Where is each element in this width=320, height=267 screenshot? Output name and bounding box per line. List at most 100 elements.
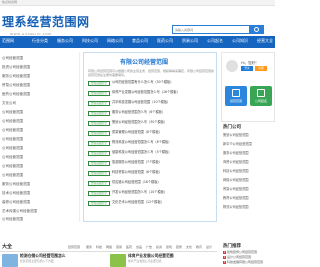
list-item[interactable]: 经营范围大全 科技贸易公司经营范围（6个模板） (88, 170, 216, 176)
tab[interactable]: 投资 (156, 245, 162, 250)
list-item[interactable]: 经营范围大全 文化艺术公司经营范围（12个模板） (88, 200, 216, 206)
sidebar-item[interactable]: 公司经营范围 (2, 155, 23, 159)
list-item-title[interactable]: 旅游服务公司经营范围（7个模板） (112, 160, 162, 165)
sidebar-item[interactable]: 服务公司经营范围 (2, 74, 30, 78)
nav-item[interactable]: 服务公司 (57, 38, 73, 44)
tab[interactable]: 贸易 (116, 245, 122, 250)
sidebar-item[interactable]: 投资公司经营范围 (2, 65, 30, 69)
list-item-title[interactable]: 科技贸易公司经营范围（6个模板） (112, 170, 162, 175)
hot-company-link[interactable]: 网络公司经营范围 (223, 178, 249, 183)
tab[interactable]: 文化 (186, 245, 192, 250)
list-item-title[interactable]: 共享科技发展公司经营范围（10个模板） (112, 100, 170, 105)
sidebar-item[interactable]: 贸易公司经营范围 (2, 83, 30, 87)
category-tag: 经营范围大全 (88, 201, 110, 206)
hot-company-link[interactable]: 新中介公司经营范围 (223, 142, 252, 147)
login-button[interactable]: 登录 (241, 66, 253, 71)
tab[interactable]: 医药 (126, 245, 132, 250)
sidebar-item[interactable]: 公司经营范围 (2, 173, 23, 177)
article-title[interactable]: 体育产业发展公司经营范围 (128, 253, 174, 259)
list-item[interactable]: 经营范围大全 共享科技发展公司经营范围（10个模板） (88, 100, 216, 106)
list-item-title[interactable]: 供应链公司经营范围（18个模板） (112, 180, 161, 185)
nav-item[interactable]: 网络公司 (107, 38, 123, 44)
tab[interactable]: 教育 (196, 245, 202, 250)
quick-link-scope[interactable]: 经营范围 (225, 86, 247, 106)
list-item-title[interactable]: 文化艺术公司经营范围（12个模板） (112, 200, 164, 205)
list-item-title[interactable]: 策划公司经营范围怎么写（30个模板） (112, 120, 167, 125)
sidebar-item[interactable]: 装修公司经营范围 (2, 200, 30, 204)
list-item-title[interactable]: 健康科技公司经营范围怎么写（5个模板） (112, 150, 171, 155)
user-greeting: Hi，您好！ (241, 61, 259, 65)
search-button[interactable] (250, 25, 264, 34)
sidebar-item[interactable]: 艺术传媒公司经营范围 (2, 209, 37, 213)
sidebar-item[interactable]: 公司经营范围 (2, 164, 23, 168)
nav-item[interactable]: 科技公司 (82, 38, 98, 44)
sidebar-item[interactable]: 医药公司经营范围 (2, 92, 30, 96)
recommend-link-text[interactable]: 科技发展有限公司经营范围 (227, 260, 263, 264)
list-item-title[interactable]: 公司的经营范围有什么怎么写（50个模板） (112, 80, 173, 85)
list-item[interactable]: 经营范围大全 质量管理公司经营范围（8个模板） (88, 130, 216, 136)
sidebar-item[interactable]: 公司经营范围 (2, 217, 23, 221)
list-item[interactable]: 经营范围大全 健康科技公司经营范围怎么写（5个模板） (88, 150, 216, 156)
list-item-title[interactable]: 体育产业发展公司经营范围怎么写（16个模板） (112, 90, 180, 95)
tab[interactable]: 服务 (86, 245, 92, 250)
hot-company-link[interactable]: 服务公司经营范围 (223, 151, 249, 156)
category-tag: 经营范围大全 (88, 91, 110, 96)
nav-item-home[interactable]: 范围网 (2, 38, 14, 44)
tab[interactable]: 经营范围 (68, 245, 80, 250)
sidebar-item[interactable]: 公司经营范围 (2, 56, 23, 60)
list-item[interactable]: 经营范围大全 物流科技公司经营范围怎么写（8个模板） (88, 140, 216, 146)
nav-item[interactable]: 公司知识 (232, 38, 248, 44)
list-item-title[interactable]: 服务公司经营范围怎么写（6个模板） (112, 110, 165, 115)
nav-item[interactable]: 贸易公司 (182, 38, 198, 44)
nav-item[interactable]: 医药公司 (157, 38, 173, 44)
tab[interactable]: 网络 (106, 245, 112, 250)
search-input[interactable] (175, 27, 245, 33)
recommend-link-text[interactable]: 设计公司经营范围 (227, 255, 251, 259)
list-item-title[interactable]: 质量管理公司经营范围（8个模板） (112, 130, 162, 135)
sidebar-item[interactable]: 公司经营范围 (2, 146, 23, 150)
nav-item[interactable]: 公司起名 (207, 38, 223, 44)
sidebar-item[interactable]: 公司经营范围 (2, 110, 23, 114)
sidebar-item[interactable]: 公司经营范围 (2, 137, 23, 141)
featured-article[interactable]: 检测仓储公司经营范围怎么 经营范围主要包括以下方面： (2, 253, 108, 267)
hot-company-link[interactable]: 科技公司经营范围 (223, 169, 249, 174)
list-item[interactable]: 经营范围大全 供应链公司经营范围（18个模板） (88, 180, 216, 186)
featured-article[interactable]: 体育产业发展公司经营范围 体育产业发展公司主要包括 (110, 253, 216, 267)
list-item[interactable]: 经营范围大全 体育产业发展公司经营范围怎么写（16个模板） (88, 90, 216, 96)
tab[interactable]: 食品 (136, 245, 142, 250)
tab[interactable]: 广告 (146, 245, 152, 250)
hot-company-link[interactable]: 贸易公司经营范围 (223, 187, 249, 192)
list-item[interactable]: 经营范围大全 开发公司经营范围怎么写（10个模板） (88, 190, 216, 196)
tab[interactable]: 设计 (206, 245, 212, 250)
sidebar-item[interactable]: 技术公司经营范围 (2, 191, 30, 195)
hot-company-link[interactable]: 教育公司经营范围 (223, 196, 249, 201)
hot-company-link[interactable]: 商贸公司经营范围 (223, 160, 249, 165)
list-item[interactable]: 经营范围大全 旅游服务公司经营范围（7个模板） (88, 160, 216, 166)
site-logo-title[interactable]: 理系经营范围网 (2, 15, 90, 29)
register-button[interactable]: 注册 (255, 66, 267, 71)
nav-item[interactable]: 食品公司 (132, 38, 148, 44)
sidebar-item[interactable]: 文化公司 (2, 101, 16, 105)
sidebar-item[interactable]: 公司经营范围 (2, 128, 23, 132)
hot-company-link[interactable]: 物流公司经营范围 (223, 205, 249, 210)
tab[interactable]: 科技 (96, 245, 102, 250)
recommend-link[interactable]: 3 科技发展有限公司经营范围 (223, 260, 263, 265)
quick-link-naming[interactable]: 公司起名 (250, 86, 272, 106)
list-item[interactable]: 经营范围大全 策划公司经营范围怎么写（30个模板） (88, 120, 216, 126)
sidebar-item[interactable]: 服务公司经营范围 (2, 182, 30, 186)
sidebar-item[interactable]: 公司经营范围 (2, 119, 23, 123)
list-item-title[interactable]: 开发公司经营范围怎么写（10个模板） (112, 190, 167, 195)
list-item-title[interactable]: 物流科技公司经营范围怎么写（8个模板） (112, 140, 171, 145)
nav-item[interactable]: 行业分类 (32, 38, 48, 44)
main-nav: 范围网 行业分类 服务公司 科技公司 网络公司 食品公司 医药公司 贸易公司 公… (0, 36, 275, 48)
tab[interactable]: 装修 (176, 245, 182, 250)
tab[interactable]: 建筑 (166, 245, 172, 250)
nav-item[interactable]: 经营大全 (257, 38, 273, 44)
rank-badge: 2 (223, 256, 226, 259)
recommend-link-text[interactable]: 建筑装饰公司经营范围 (227, 250, 257, 254)
hot-company-link[interactable]: 策划公司经营范围 (223, 133, 249, 138)
list-item[interactable]: 经营范围大全 服务公司经营范围怎么写（6个模板） (88, 110, 216, 116)
article-title[interactable]: 检测仓储公司经营范围怎么 (20, 253, 66, 259)
list-item[interactable]: 经营范围大全 公司的经营范围有什么怎么写（50个模板） (88, 80, 216, 86)
category-tag: 经营范围大全 (88, 81, 110, 86)
